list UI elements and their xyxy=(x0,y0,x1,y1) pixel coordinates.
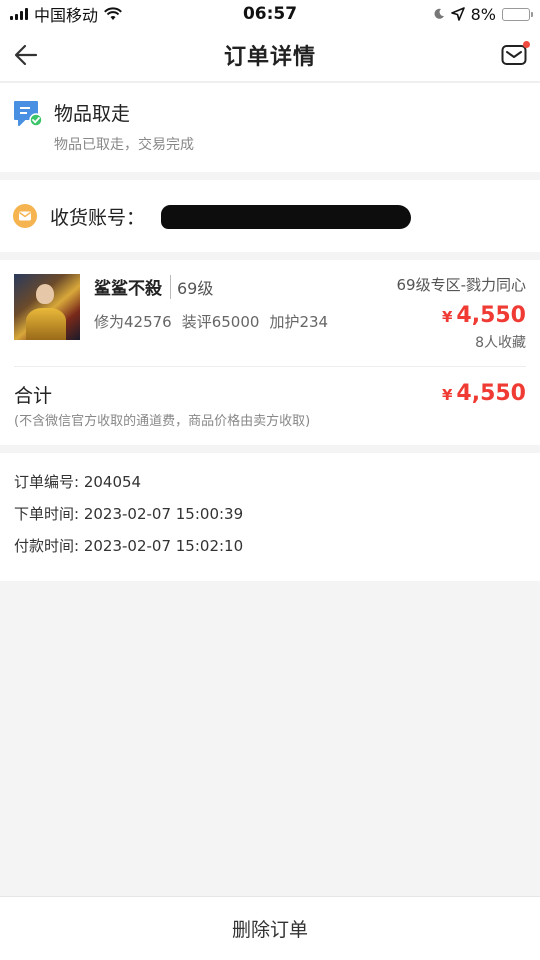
location-arrow-icon xyxy=(450,7,465,21)
messages-button[interactable] xyxy=(498,39,530,71)
character-stats: 修为42576 装评65000 加护234 xyxy=(94,311,382,332)
battery-percent: 8% xyxy=(470,4,496,24)
character-level: 69级 xyxy=(170,274,213,299)
wifi-icon xyxy=(104,7,122,20)
currency-symbol: ¥ xyxy=(441,386,453,404)
account-card: 收货账号： xyxy=(0,180,540,252)
currency-symbol: ¥ xyxy=(441,308,453,326)
order-status-icon xyxy=(14,101,42,127)
total-price-value: 4,550 xyxy=(456,381,526,406)
nav-bar: 订单详情 xyxy=(0,28,540,82)
favorites-count: 8人收藏 xyxy=(475,335,526,351)
item-price-value: 4,550 xyxy=(456,303,526,328)
order-status-subtitle: 物品已取走，交易完成 xyxy=(54,137,194,153)
server-zone: 69级专区-戮力同心 xyxy=(396,276,526,294)
signal-icon xyxy=(10,8,28,20)
moon-icon xyxy=(434,8,444,19)
order-info-card: 订单编号: 204054 下单时间: 2023-02-07 15:00:39 付… xyxy=(0,453,540,581)
account-value-redacted xyxy=(157,201,528,231)
account-mail-icon xyxy=(13,204,37,228)
battery-icon xyxy=(502,7,533,21)
character-avatar xyxy=(14,274,80,340)
total-price: ¥4,550 xyxy=(442,381,526,406)
stat-cultivation: 修为42576 xyxy=(94,313,172,331)
stat-protection: 加护234 xyxy=(269,313,329,331)
item-card: 鲨鲨不殺 69级 修为42576 装评65000 加护234 69级专区-戮力同… xyxy=(0,260,540,445)
total-note: (不含微信官方收取的通道费，商品价格由卖方收取) xyxy=(14,414,311,429)
account-label: 收货账号： xyxy=(50,206,146,229)
order-time: 下单时间: 2023-02-07 15:00:39 xyxy=(14,505,244,523)
total-label: 合计 xyxy=(14,385,53,407)
status-bar: 中国移动 06:57 8% xyxy=(0,0,540,28)
payment-time: 付款时间: 2023-02-07 15:02:10 xyxy=(14,537,244,555)
delete-order-button[interactable]: 删除订单 xyxy=(202,905,338,952)
character-name: 鲨鲨不殺 xyxy=(94,279,162,299)
page-title: 订单详情 xyxy=(223,44,316,70)
total-row: 合计 (不含微信官方收取的通道费，商品价格由卖方收取) ¥4,550 xyxy=(14,367,526,445)
order-status-card: 物品取走 物品已取走，交易完成 xyxy=(0,82,540,172)
item-row[interactable]: 鲨鲨不殺 69级 修为42576 装评65000 加护234 69级专区-戮力同… xyxy=(14,274,526,367)
order-number: 订单编号: 204054 xyxy=(14,473,142,491)
back-button[interactable] xyxy=(10,39,42,71)
item-price: ¥4,550 xyxy=(396,303,526,328)
carrier-label: 中国移动 xyxy=(34,6,99,25)
order-status-title: 物品取走 xyxy=(54,103,131,125)
clock: 06:57 xyxy=(242,4,298,24)
redaction-mark xyxy=(161,205,412,229)
stat-gear-score: 装评65000 xyxy=(181,313,260,331)
bottom-action-bar: 删除订单 xyxy=(0,896,540,960)
unread-dot xyxy=(522,40,530,48)
back-arrow-icon xyxy=(14,44,38,65)
